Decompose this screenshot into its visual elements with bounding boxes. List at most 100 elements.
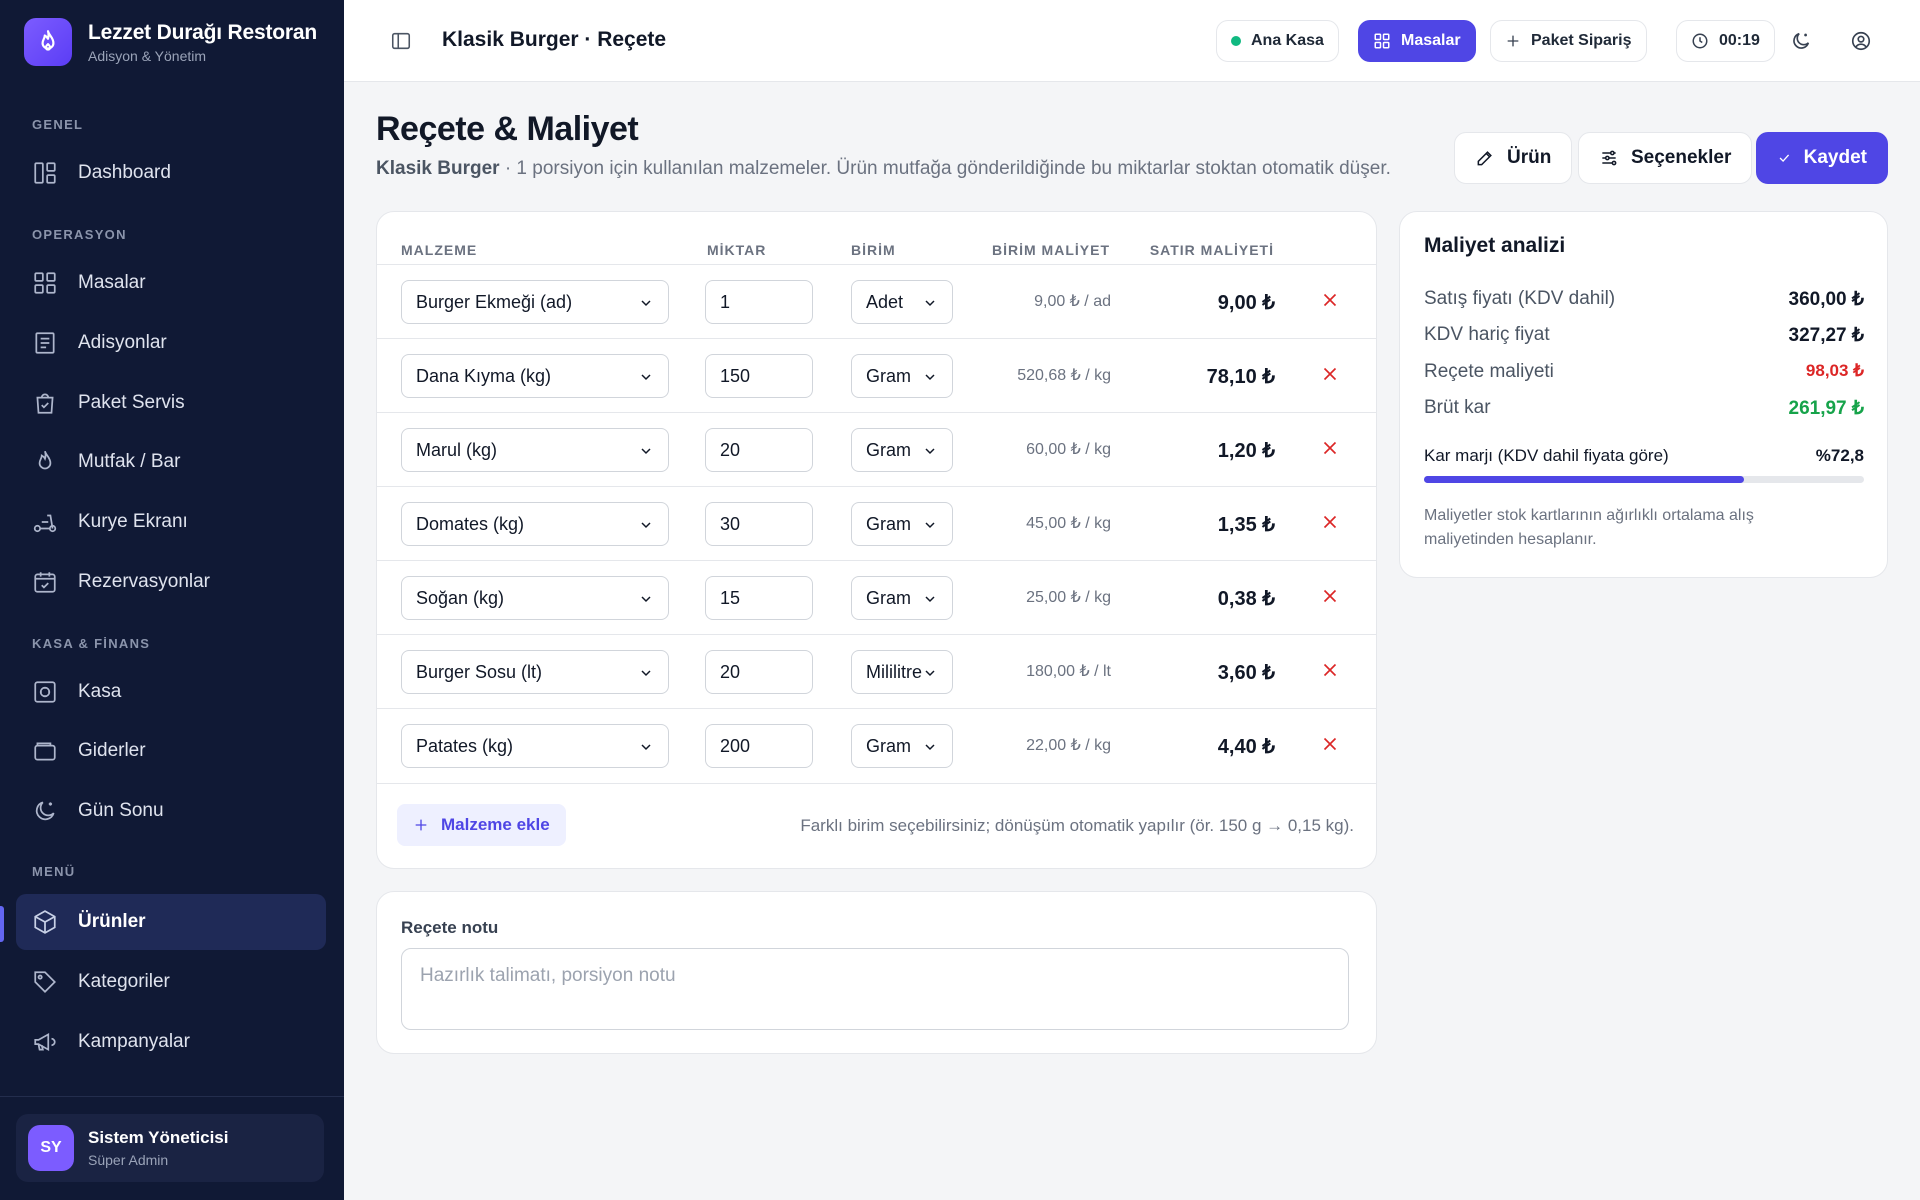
unit-cost: 180,00 ₺ / lt [1026,663,1111,680]
sidebar-toggle-button[interactable] [382,22,420,60]
moon-icon [35,801,55,821]
clock-button[interactable]: 00:19 [1676,20,1775,62]
sidebar-item-masalar[interactable]: Masalar [16,255,326,311]
profile-button[interactable] [1842,22,1880,60]
unit-value: Adet [866,291,904,312]
remove-row-button[interactable] [1319,511,1341,538]
gross-profit-row: Brüt kar 261,97 ₺ [1424,397,1864,420]
line-cost: 4,40 ₺ [1217,736,1275,758]
chevron-down-icon [922,295,938,311]
sale-price-value: 360,00 ₺ [1788,289,1864,310]
line-cost: 3,60 ₺ [1217,662,1275,684]
status-dot-icon [1231,36,1241,46]
section-kasa-finans: KASA & FİNANS [32,636,151,651]
line-cost: 78,10 ₺ [1206,366,1275,388]
quantity-input[interactable] [705,576,813,620]
unit-value: Gram [866,587,911,608]
remove-row-button[interactable] [1319,363,1341,390]
theme-toggle-button[interactable] [1782,22,1820,60]
sidebar-item-dashboard[interactable]: Dashboard [16,145,326,201]
margin-row: Kar marjı (KDV dahil fiyata göre) %72,8 [1424,446,1864,466]
sidebar-item-kampanyalar[interactable]: Kampanyalar [16,1014,326,1070]
sidebar-toggle-icon [391,32,411,50]
margin-progress-fill [1424,476,1745,483]
page-description: Klasik Burger · 1 porsiyon için kullanıl… [376,158,1391,180]
sidebar-item-paket-servis[interactable]: Paket Servis [16,375,326,431]
user-profile[interactable]: SY Sistem Yöneticisi Süper Admin [16,1114,324,1182]
header-unit: BİRİM [851,242,896,258]
clock-value: 00:19 [1719,32,1760,49]
takeaway-order-button[interactable]: Paket Sipariş [1490,20,1647,62]
recipe-cost-value: 98,03 ₺ [1805,361,1864,380]
quantity-input[interactable] [705,502,813,546]
quantity-input[interactable] [705,428,813,472]
remove-row-button[interactable] [1319,437,1341,464]
ingredient-select[interactable]: Dana Kıyma (kg) [401,354,669,398]
sidebar-item-giderler[interactable]: Giderler [16,723,326,779]
unit-select[interactable]: Gram [851,428,953,472]
flame-logo-icon [24,18,72,66]
unit-select[interactable]: Adet [851,280,953,324]
sidebar-item-mutfak-bar[interactable]: Mutfak / Bar [16,434,326,490]
ingredient-select[interactable]: Patates (kg) [401,724,669,768]
add-ingredient-button[interactable]: Malzeme ekle [397,804,566,846]
chevron-down-icon [922,369,938,385]
sidebar-item-label: Kasa [78,681,122,702]
quantity-input[interactable] [705,354,813,398]
table-row: Burger Sosu (lt) Mililitre 180,00 ₺ / lt 3,… [377,634,1377,708]
ingredient-select[interactable]: Domates (kg) [401,502,669,546]
analysis-title: Maliyet analizi [1424,234,1566,257]
unit-select[interactable]: Mililitre [851,650,953,694]
description-text: · 1 porsiyon için kullanılan malzemeler.… [499,158,1391,179]
brand-subtitle: Adisyon & Yönetim [88,47,207,64]
remove-row-button[interactable] [1319,733,1341,760]
sidebar-item-label: Kampanyalar [78,1031,190,1052]
net-price-label: KDV hariç fiyat [1424,324,1550,345]
unit-select[interactable]: Gram [851,502,953,546]
remove-row-button[interactable] [1319,585,1341,612]
safe-icon [34,681,56,703]
ingredient-select[interactable]: Marul (kg) [401,428,669,472]
quantity-input[interactable] [705,724,813,768]
dashboard-icon [34,162,56,184]
flame-icon [38,450,52,470]
product-button[interactable]: Ürün [1454,132,1573,184]
section-operasyon: OPERASYON [32,227,127,242]
tables-label: Masalar [1401,32,1461,49]
sidebar-item-rezervasyonlar[interactable]: Rezervasyonlar [16,554,326,610]
user-name: Sistem Yöneticisi [88,1128,229,1147]
remove-row-button[interactable] [1319,289,1341,316]
ingredient-select[interactable]: Burger Sosu (lt) [401,650,669,694]
ingredient-select[interactable]: Soğan (kg) [401,576,669,620]
recipe-note-textarea[interactable] [401,948,1349,1030]
unit-select[interactable]: Gram [851,576,953,620]
sidebar-item-kasa[interactable]: Kasa [16,664,326,720]
register-label: Ana Kasa [1251,32,1324,49]
register-status-button[interactable]: Ana Kasa [1216,20,1339,62]
sidebar-item-kurye[interactable]: Kurye Ekranı [16,494,326,550]
table-row: Domates (kg) Gram 45,00 ₺ / kg 1,35 ₺ [377,486,1377,560]
tables-button[interactable]: Masalar [1358,20,1476,62]
quantity-input[interactable] [705,650,813,694]
sidebar-item-gun-sonu[interactable]: Gün Sonu [16,783,326,839]
unit-select[interactable]: Gram [851,724,953,768]
cost-analysis-card: Maliyet analizi Satış fiyatı (KDV dahil)… [1399,211,1888,578]
sidebar-item-adisyonlar[interactable]: Adisyonlar [16,315,326,371]
brand[interactable]: Lezzet Durağı Restoran Adisyon & Yönetim [24,18,317,66]
ingredient-select[interactable]: Burger Ekmeği (ad) [401,280,669,324]
table-row: Dana Kıyma (kg) Gram 520,68 ₺ / kg 78,10 ₺ [377,338,1377,412]
plus-icon [415,819,427,831]
remove-row-button[interactable] [1319,659,1341,686]
unit-select[interactable]: Gram [851,354,953,398]
save-button[interactable]: Kaydet [1756,132,1888,184]
ingredient-value: Patates (kg) [416,735,514,756]
quantity-input[interactable] [705,280,813,324]
unit-value: Mililitre [866,661,922,682]
sidebar-item-kategoriler[interactable]: Kategoriler [16,954,326,1010]
line-cost: 1,20 ₺ [1217,440,1275,462]
sidebar-item-urunler[interactable]: Ürünler [16,894,326,950]
margin-label: Kar marjı (KDV dahil fiyata göre) [1424,446,1669,465]
options-button[interactable]: Seçenekler [1578,132,1753,184]
check-icon [1779,154,1790,163]
chevron-down-icon [922,591,938,607]
